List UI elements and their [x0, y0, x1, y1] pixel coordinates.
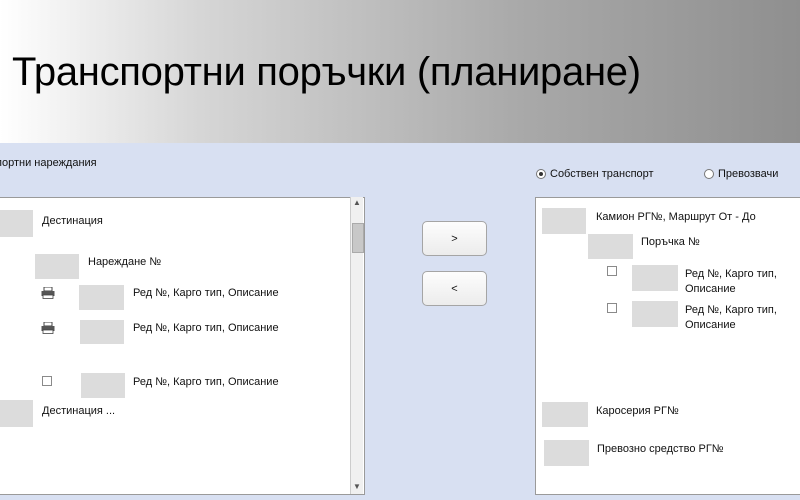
row-placeholder — [79, 285, 124, 310]
left-panel-label: портни нареждания — [0, 157, 97, 169]
printer-icon[interactable] — [41, 287, 55, 299]
row-label[interactable]: Ред №, Карго тип, Описание — [685, 303, 795, 333]
truck-placeholder — [542, 208, 586, 234]
header: Транспортни поръчки (планиране) — [0, 0, 800, 143]
order-placeholder — [35, 254, 79, 279]
body-placeholder — [542, 402, 588, 427]
row-label[interactable]: Ред №, Карго тип, Описание — [133, 375, 279, 390]
vehicle-label[interactable]: Превозно средство РГ№ — [597, 442, 724, 457]
order-label[interactable]: Нареждане № — [88, 255, 161, 270]
radio-carriers-label: Превозвачи — [718, 168, 779, 180]
radio-own-label: Собствен транспорт — [550, 168, 654, 180]
destination-label[interactable]: Дестинация — [42, 214, 103, 229]
radio-carriers[interactable]: Превозвачи — [704, 168, 778, 180]
move-right-button[interactable]: > — [422, 221, 487, 256]
left-tree-panel[interactable] — [0, 197, 365, 495]
row-placeholder — [632, 301, 678, 327]
row-label[interactable]: Ред №, Карго тип, Описание — [133, 321, 279, 336]
left-scrollbar[interactable]: ▲ ▼ — [350, 197, 364, 494]
order-label[interactable]: Поръчка № — [641, 235, 700, 250]
scrollbar-thumb[interactable] — [352, 223, 364, 253]
row-placeholder — [80, 320, 124, 344]
order-placeholder — [588, 234, 633, 259]
row-checkbox[interactable] — [607, 266, 617, 276]
destination-label[interactable]: Дестинация ... — [42, 404, 115, 419]
radio-own-transport[interactable]: Собствен транспорт — [536, 168, 654, 180]
scroll-down-icon[interactable]: ▼ — [353, 483, 361, 491]
row-checkbox[interactable] — [607, 303, 617, 313]
row-label[interactable]: Ред №, Карго тип, Описание — [133, 286, 279, 301]
printer-icon[interactable] — [41, 322, 55, 334]
move-left-button[interactable]: < — [422, 271, 487, 306]
row-placeholder — [81, 373, 125, 398]
body-label[interactable]: Каросерия РГ№ — [596, 404, 679, 419]
destination-placeholder — [0, 400, 33, 427]
row-label[interactable]: Ред №, Карго тип, Описание — [685, 267, 795, 297]
row-placeholder — [632, 265, 678, 291]
radio-dot-carriers[interactable] — [704, 169, 714, 179]
radio-dot-own[interactable] — [536, 169, 546, 179]
vehicle-placeholder — [544, 440, 589, 466]
page-title: Транспортни поръчки (планиране) — [12, 50, 641, 94]
scroll-up-icon[interactable]: ▲ — [353, 199, 361, 207]
truck-label[interactable]: Камион РГ№, Маршрут От - До — [596, 210, 756, 225]
row-checkbox[interactable] — [42, 376, 52, 386]
destination-placeholder — [0, 210, 33, 237]
